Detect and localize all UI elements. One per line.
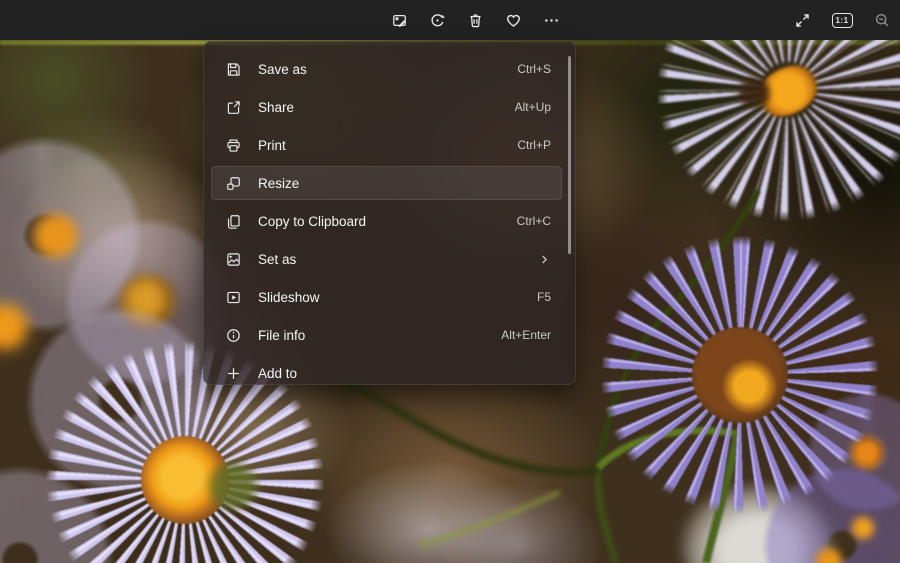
menu-item-resize[interactable]: Resize xyxy=(211,166,562,200)
toolbar-center-group xyxy=(383,4,567,36)
menu-item-share[interactable]: Share Alt+Up xyxy=(211,90,562,124)
menu-item-shortcut: Alt+Up xyxy=(515,100,551,114)
menu-item-label: File info xyxy=(258,328,501,343)
menu-item-shortcut: Ctrl+C xyxy=(517,214,551,228)
toolbar: 1:1 xyxy=(0,0,900,40)
copy-icon xyxy=(225,213,242,230)
menu-item-label: Add to xyxy=(258,366,551,381)
favorite-heart-icon xyxy=(505,12,522,29)
actual-size-button[interactable]: 1:1 xyxy=(826,4,858,36)
zoom-out-icon xyxy=(874,12,891,29)
photos-app-window: 1:1 Save xyxy=(0,0,900,563)
menu-item-label: Slideshow xyxy=(258,290,537,305)
zoom-out-button[interactable] xyxy=(866,4,898,36)
menu-item-set-as[interactable]: Set as xyxy=(211,242,562,276)
menu-item-shortcut: Ctrl+S xyxy=(517,62,551,76)
menu-item-label: Share xyxy=(258,100,515,115)
submenu-chevron-icon xyxy=(538,253,551,266)
print-icon xyxy=(225,137,242,154)
menu-item-label: Set as xyxy=(258,252,538,267)
menu-item-label: Print xyxy=(258,138,517,153)
context-menu: Save as Ctrl+S Share Alt+Up xyxy=(203,41,576,385)
toolbar-right-group: 1:1 xyxy=(786,4,898,36)
file-info-icon xyxy=(225,327,242,344)
menu-scrollbar[interactable] xyxy=(568,56,571,254)
fullscreen-button[interactable] xyxy=(786,4,818,36)
daisy-bottom-left-bud xyxy=(204,460,262,512)
menu-item-shortcut: Ctrl+P xyxy=(517,138,551,152)
share-icon xyxy=(225,99,242,116)
rotate-icon xyxy=(429,12,446,29)
menu-item-shortcut: Alt+Enter xyxy=(501,328,551,342)
menu-item-label: Resize xyxy=(258,176,551,191)
favorite-button[interactable] xyxy=(497,4,529,36)
more-button[interactable] xyxy=(535,4,567,36)
menu-item-label: Save as xyxy=(258,62,517,77)
add-to-icon xyxy=(225,365,242,382)
rotate-button[interactable] xyxy=(421,4,453,36)
slideshow-icon xyxy=(225,289,242,306)
delete-icon xyxy=(467,12,484,29)
set-as-icon xyxy=(225,251,242,268)
fullscreen-expand-icon xyxy=(794,12,811,29)
menu-item-save-as[interactable]: Save as Ctrl+S xyxy=(211,52,562,86)
menu-item-label: Copy to Clipboard xyxy=(258,214,517,229)
menu-item-file-info[interactable]: File info Alt+Enter xyxy=(211,318,562,352)
edit-image-icon xyxy=(391,12,408,29)
menu-item-add-to[interactable]: Add to xyxy=(211,356,562,385)
delete-button[interactable] xyxy=(459,4,491,36)
daisy-right-main-center xyxy=(692,327,788,423)
menu-item-copy-to-clipboard[interactable]: Copy to Clipboard Ctrl+C xyxy=(211,204,562,238)
menu-item-print[interactable]: Print Ctrl+P xyxy=(211,128,562,162)
edit-image-button[interactable] xyxy=(383,4,415,36)
menu-item-shortcut: F5 xyxy=(537,290,551,304)
more-ellipsis-icon xyxy=(543,12,560,29)
actual-size-icon: 1:1 xyxy=(832,13,853,28)
resize-icon xyxy=(225,175,242,192)
menu-item-slideshow[interactable]: Slideshow F5 xyxy=(211,280,562,314)
save-icon xyxy=(225,61,242,78)
